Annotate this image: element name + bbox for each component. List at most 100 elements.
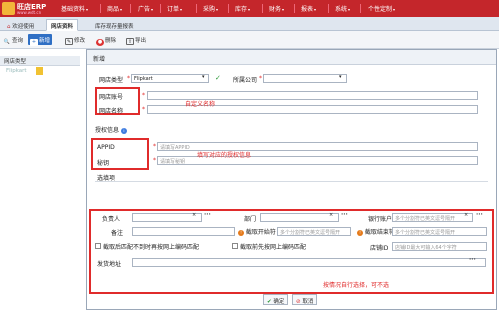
chevron-down-icon: ▾	[216, 7, 219, 12]
required-mark: *	[142, 92, 145, 99]
bank-account-input[interactable]: 多个分割符已英文逗号隔开	[392, 213, 473, 222]
required-mark: *	[142, 106, 145, 113]
appid-label: APPID	[97, 144, 115, 151]
person-in-charge-label: 负责人	[102, 216, 121, 223]
store-id-label: 店铺ID	[370, 245, 389, 252]
top-menu-bar: 旺店ERP www.wdt.cn 基础资料▾ 商品▾ 广告▾ 订单▾ 采购▾ 库…	[0, 0, 499, 17]
options-annotation: 按情况自行选择，可不选	[323, 282, 390, 289]
chevron-down-icon: ▾	[282, 7, 285, 12]
match-first-checkbox[interactable]	[232, 243, 238, 249]
menu-basic-data[interactable]: 基础资料▾	[61, 4, 88, 13]
chevron-down-icon: ▾	[348, 7, 351, 12]
check-icon: ✔	[267, 299, 272, 305]
menu-system[interactable]: 系统▾	[335, 4, 350, 13]
info-icon: i	[120, 128, 127, 134]
toolbar: 🔍 查询 + 新增 ✎ 修改 ● 删除 ⇪ 导出	[0, 31, 499, 49]
department-label: 部门	[244, 216, 257, 223]
edit-button[interactable]: ✎ 修改	[63, 34, 87, 45]
match-fallback-label: 截取后匹配不到时再按网上编码匹配	[103, 244, 200, 251]
chevron-down-icon: ▾	[314, 7, 317, 12]
menu-divider	[328, 4, 329, 13]
custom-name-annotation: 自定义名称	[185, 101, 216, 108]
company-select[interactable]	[263, 74, 347, 83]
menu-divider	[196, 4, 197, 13]
store-id-input[interactable]: 店铺ID最大可输入64个字符	[392, 242, 487, 251]
menu-ads[interactable]: 广告▾	[138, 4, 153, 13]
tab-shop-info[interactable]: 网店资料	[46, 19, 79, 31]
shop-account-label: 网店账号	[99, 94, 124, 101]
tab-bar: ⌂ 欢迎使用 网店资料 库存现存量报表	[0, 17, 499, 31]
menu-inventory[interactable]: 库存▾	[235, 4, 250, 13]
menu-divider	[294, 4, 295, 13]
auth-info-label: 授权信息 i	[95, 125, 127, 134]
cancel-button[interactable]: ⊘ 取消	[292, 294, 318, 305]
chevron-down-icon: ▾	[151, 7, 154, 12]
chevron-down-icon: ▾	[86, 7, 89, 12]
menu-custom[interactable]: 个性定制▾	[368, 4, 395, 13]
close-icon[interactable]: ×	[192, 212, 196, 218]
ok-button[interactable]: ✔ 确定	[263, 294, 289, 305]
required-mark: *	[127, 75, 130, 82]
menu-divider	[360, 4, 361, 13]
required-mark: *	[153, 157, 156, 164]
stop-start-input[interactable]: 多个分割符已英文逗号隔开	[277, 227, 351, 236]
menu-divider	[262, 4, 263, 13]
required-mark: *	[153, 143, 156, 150]
close-icon[interactable]: ×	[464, 212, 468, 218]
flag-icon	[36, 67, 43, 75]
query-button[interactable]: 🔍 查询	[1, 34, 25, 45]
app-logo: 旺店ERP www.wdt.cn	[2, 1, 46, 16]
menu-goods[interactable]: 商品▾	[107, 4, 122, 13]
chevron-down-icon[interactable]: ▾	[202, 74, 205, 80]
stop-end-input[interactable]: 多个分割符已英文逗号隔开	[392, 227, 487, 236]
export-button[interactable]: ⇪ 导出	[124, 34, 148, 45]
shop-name-label: 网店名称	[99, 108, 124, 115]
dialog-title: 新增	[87, 50, 496, 65]
menu-divider	[100, 4, 101, 13]
bank-account-label: 银行账户	[368, 216, 393, 223]
chevron-down-icon[interactable]: ▾	[339, 74, 342, 80]
delete-button[interactable]: ● 删除	[94, 34, 118, 46]
tab-inventory-report[interactable]: 库存现存量报表	[90, 19, 139, 31]
more-icon[interactable]: ···	[476, 211, 483, 218]
shop-type-select[interactable]: Flipkart	[131, 74, 209, 83]
menu-divider	[160, 4, 161, 13]
home-icon: ⌂	[7, 24, 11, 30]
department-input[interactable]	[260, 213, 339, 222]
add-button[interactable]: + 新增	[28, 34, 53, 46]
logo-icon	[2, 2, 15, 15]
chevron-down-icon: ▾	[120, 7, 123, 12]
stop-end-label: ! 截取结束符	[357, 227, 395, 236]
close-icon[interactable]: ×	[329, 212, 333, 218]
match-fallback-checkbox[interactable]	[95, 243, 101, 249]
ship-address-input[interactable]	[132, 258, 486, 267]
secret-label: 秘钥	[97, 160, 110, 167]
company-label: 所属公司	[233, 77, 258, 84]
menu-purchase[interactable]: 采购▾	[203, 4, 218, 13]
menu-reports[interactable]: 报表▾	[301, 4, 316, 13]
export-icon: ⇪	[126, 38, 134, 45]
add-shop-dialog: 新增 网店类型 * Flipkart ▾ ✓ 所属公司 * ▾ 网店账号 * 网…	[86, 49, 497, 310]
tab-welcome[interactable]: ⌂ 欢迎使用	[2, 19, 39, 31]
menu-finance[interactable]: 财务▾	[269, 4, 284, 13]
check-icon: ✓	[215, 74, 221, 82]
more-icon[interactable]: ···	[204, 211, 211, 218]
column-header[interactable]: 网店类型	[0, 56, 80, 66]
plus-icon: +	[30, 39, 38, 46]
warning-icon: !	[238, 230, 244, 236]
shop-type-label: 网店类型	[99, 77, 124, 84]
menu-orders[interactable]: 订单▾	[167, 4, 182, 13]
menu-divider	[228, 4, 229, 13]
remark-input[interactable]	[132, 227, 235, 236]
chevron-down-icon: ▾	[248, 7, 251, 12]
menu-divider	[130, 4, 131, 13]
warning-icon: !	[357, 230, 363, 236]
auth-annotation: 填写对应的授权信息	[197, 152, 252, 159]
remark-label: 备注	[111, 230, 124, 237]
ship-address-label: 发货地址	[97, 261, 122, 268]
match-first-label: 截取前先按网上编码匹配	[240, 244, 307, 251]
required-mark: *	[259, 75, 262, 82]
cancel-icon: ⊘	[296, 299, 301, 305]
more-icon[interactable]: ···	[341, 211, 348, 218]
more-icon[interactable]: ···	[469, 256, 476, 263]
